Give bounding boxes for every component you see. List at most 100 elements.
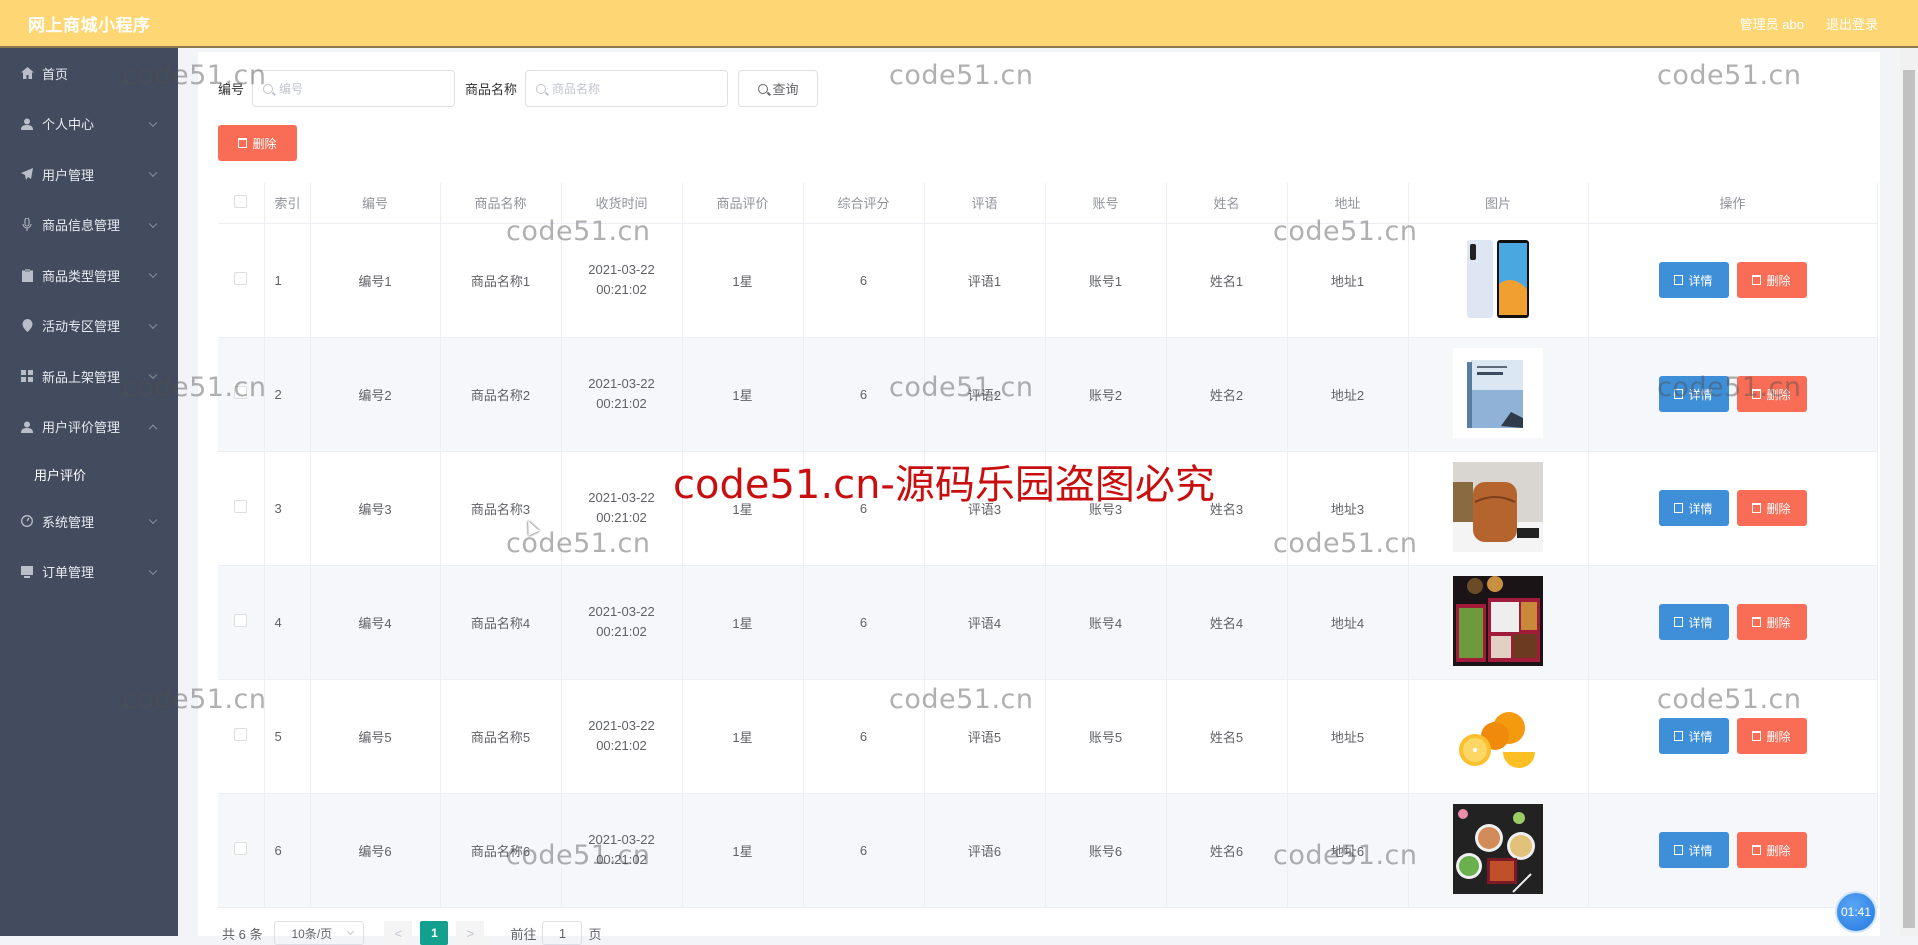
chevron-down-icon [148, 320, 158, 329]
batch-delete-button[interactable]: 删除 [218, 125, 297, 161]
sidebar-item-new-arrivals[interactable]: 新品上架管理 [0, 351, 178, 402]
score-cell: 6 [803, 223, 925, 338]
receive-time-cell: 2021-03-22 00:21:02 [561, 793, 683, 908]
page-size-select[interactable]: 10条/页 [274, 921, 365, 945]
index-cell: 1 [264, 223, 311, 338]
row-checkbox[interactable] [234, 386, 248, 399]
batch-delete-label: 删除 [252, 136, 277, 151]
sidebar-item-label: 商品信息管理 [42, 218, 121, 234]
code-cell: 编号3 [310, 451, 441, 566]
index-cell: 4 [264, 565, 311, 680]
detail-label: 详情 [1688, 843, 1713, 858]
row-checkbox[interactable] [234, 842, 248, 855]
detail-button[interactable]: 详情 [1658, 718, 1729, 754]
sidebar-item-user-reviews-management[interactable]: 用户评价管理 [0, 402, 178, 453]
account-cell: 账号4 [1045, 565, 1167, 680]
sidebar-item-personal-center[interactable]: 个人中心 [0, 99, 178, 150]
logout-link[interactable]: 退出登录 [1826, 14, 1878, 33]
name-cell: 姓名5 [1166, 679, 1288, 794]
trash-icon [1752, 275, 1762, 285]
receive-time-cell: 2021-03-22 00:21:02 [561, 679, 683, 794]
code-label: 编号 [218, 82, 245, 97]
main-content: 编号 编号 商品名称 商品名称 查询 删除 索引 编号 商品名称 收货时间 商品… [178, 48, 1900, 945]
product-image [1453, 347, 1543, 438]
delete-label: 删除 [1766, 273, 1791, 288]
row-checkbox[interactable] [234, 500, 248, 513]
column-header: 综合评分 [803, 183, 925, 224]
query-button-label: 查询 [772, 82, 799, 97]
chevron-down-icon [148, 269, 158, 279]
receive-time-cell: 2021-03-22 00:21:02 [561, 565, 683, 680]
score-cell: 6 [803, 565, 925, 680]
column-header: 编号 [310, 183, 441, 224]
row-checkbox[interactable] [234, 614, 248, 627]
row-checkbox[interactable] [234, 728, 248, 741]
delete-button[interactable]: 删除 [1736, 262, 1807, 298]
address-cell: 地址2 [1287, 337, 1409, 452]
detail-button[interactable]: 详情 [1658, 376, 1729, 412]
goto-page-input[interactable]: 1 [542, 921, 583, 945]
row-checkbox[interactable] [234, 272, 248, 285]
receive-time: 2021-03-22 00:21:02 [588, 832, 655, 867]
sidebar-item-product-type[interactable]: 商品类型管理 [0, 250, 178, 301]
name-cell: 姓名3 [1166, 451, 1288, 566]
sidebar-item-label: 系统管理 [42, 514, 95, 530]
comment-cell: 评语2 [924, 337, 1046, 452]
document-icon [1674, 731, 1684, 741]
address-cell: 地址1 [1287, 223, 1409, 338]
sidebar-subitem-user-reviews[interactable]: 用户评价 [0, 452, 178, 496]
grid-icon [20, 369, 34, 383]
delete-button[interactable]: 删除 [1736, 490, 1807, 526]
detail-button[interactable]: 详情 [1658, 262, 1729, 298]
scrollbar-thumb[interactable] [1903, 70, 1915, 928]
trash-icon [1752, 389, 1762, 399]
delete-button[interactable]: 删除 [1736, 718, 1807, 754]
row-select-cell [218, 565, 265, 680]
monitor-icon [20, 565, 34, 579]
code-cell: 编号2 [310, 337, 441, 452]
image-cell [1408, 679, 1589, 794]
delete-button[interactable]: 删除 [1736, 832, 1807, 868]
vertical-scrollbar[interactable] [1900, 48, 1918, 936]
detail-button[interactable]: 详情 [1658, 832, 1729, 868]
receive-time-cell: 2021-03-22 00:21:02 [561, 451, 683, 566]
sidebar-item-activity-zone[interactable]: 活动专区管理 [0, 301, 178, 352]
sidebar-item-order-management[interactable]: 订单管理 [0, 547, 178, 598]
account-cell: 账号5 [1045, 679, 1167, 794]
trash-icon [1752, 503, 1762, 513]
next-page-button[interactable]: > [456, 921, 485, 945]
detail-button[interactable]: 详情 [1658, 490, 1729, 526]
gauge-icon [20, 514, 34, 528]
search-icon [263, 83, 274, 94]
code-search-input[interactable]: 编号 [252, 70, 456, 107]
sidebar-item-label: 订单管理 [42, 565, 95, 581]
chevron-down-icon [148, 370, 158, 380]
sidebar-item-product-info[interactable]: 商品信息管理 [0, 200, 178, 251]
table-row: 2 编号2 商品名称2 2021-03-22 00:21:02 1星 6 评语2 账号2 姓名2… [218, 337, 1878, 452]
column-header: 图片 [1408, 183, 1589, 224]
column-header: 地址 [1287, 183, 1409, 224]
prev-page-button[interactable]: < [384, 921, 413, 945]
search-bar: 编号 编号 商品名称 商品名称 查询 [218, 70, 819, 107]
delete-label: 删除 [1766, 615, 1791, 630]
select-all-checkbox[interactable] [234, 194, 248, 208]
receive-time: 2021-03-22 00:21:02 [588, 718, 655, 753]
image-cell [1408, 337, 1589, 452]
chevron-down-icon [148, 118, 158, 127]
detail-label: 详情 [1688, 501, 1713, 516]
sidebar-item-home[interactable]: 首页 [0, 48, 178, 99]
actions-cell: 详情 删除 [1588, 679, 1878, 794]
page-1-button[interactable]: 1 [420, 921, 449, 945]
delete-button[interactable]: 删除 [1736, 376, 1807, 412]
user-icon [20, 420, 34, 434]
sidebar-item-system-management[interactable]: 系统管理 [0, 496, 178, 547]
query-button[interactable]: 查询 [738, 70, 819, 107]
detail-label: 详情 [1688, 387, 1713, 402]
delete-button[interactable]: 删除 [1736, 604, 1807, 640]
page-size-value: 10条/页 [291, 926, 333, 941]
sidebar-item-user-management[interactable]: 用户管理 [0, 149, 178, 200]
detail-button[interactable]: 详情 [1658, 604, 1729, 640]
trash-icon [238, 138, 248, 148]
product-name-search-input[interactable]: 商品名称 [525, 70, 729, 107]
timer-badge: 01:41 [1835, 891, 1877, 933]
